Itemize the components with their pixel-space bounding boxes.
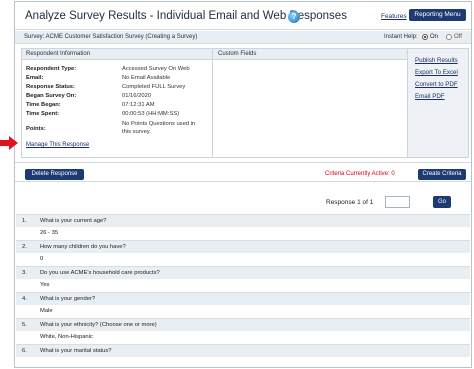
answer-text: Yes <box>40 282 50 288</box>
email-label: Email: <box>26 75 44 81</box>
respondent-info-panel: Respondent Information Custom Fields Res… <box>21 48 412 158</box>
create-criteria-button[interactable]: Create Criteria <box>418 169 466 180</box>
instant-help-off-label[interactable]: Off <box>454 34 462 40</box>
time-spent-label: Time Spent: <box>26 111 60 117</box>
question-text: How many children do you have? <box>40 244 126 250</box>
custom-fields-title: Custom Fields <box>218 51 257 57</box>
answer-text: White, Non-Hispanic <box>40 334 93 340</box>
email-value: No Email Available <box>122 75 171 81</box>
question-row: 1. What is your current age? <box>16 214 470 227</box>
response-number-input[interactable] <box>385 196 410 208</box>
question-text: What is your marital status? <box>40 348 112 354</box>
answer-text: Male <box>40 308 53 314</box>
question-number: 3. <box>22 270 27 276</box>
reporting-menu-button[interactable]: Reporting Menu <box>409 9 466 21</box>
instant-help-off-radio[interactable] <box>446 34 452 40</box>
features-link[interactable]: Features <box>381 13 407 20</box>
question-row: 6. What is your marital status? <box>16 344 470 357</box>
survey-bar: Survey: ACME Customer Satisfaction Surve… <box>15 31 471 44</box>
question-number: 1. <box>22 218 27 224</box>
criteria-status: Criteria Currently Active: 0 <box>325 171 395 177</box>
points-value-line1: No Points Questions used in <box>122 121 196 127</box>
response-count: Response 1 of 1 <box>326 199 374 206</box>
publish-results-link[interactable]: Publish Results <box>415 57 458 64</box>
answer-text: 0 <box>40 256 44 262</box>
question-row: 3. Do you use ACME's household care prod… <box>16 266 470 279</box>
manage-response-link[interactable]: Manage This Response <box>26 142 89 148</box>
respondent-info-title: Respondent Information <box>26 51 91 57</box>
convert-pdf-link[interactable]: Convert to PDF <box>415 81 458 88</box>
instant-help-label: Instant Help: <box>384 34 418 40</box>
question-number: 6. <box>22 348 27 354</box>
question-row: 4. What is your gender? <box>16 292 470 305</box>
delete-response-button[interactable]: Delete Response <box>25 169 84 180</box>
points-value-line2: this survey. <box>122 129 151 135</box>
instant-help-on-radio[interactable] <box>422 34 428 40</box>
panel-divider <box>212 49 213 157</box>
answer-row: Male <box>16 305 470 318</box>
time-began-value: 07:12:31 AM <box>122 102 155 108</box>
question-number: 5. <box>22 322 27 328</box>
question-text: What is your gender? <box>40 296 96 302</box>
respondent-type-label: Respondent Type: <box>26 66 77 72</box>
survey-label: Survey: ACME Customer Satisfaction Surve… <box>24 34 198 40</box>
question-number: 2. <box>22 244 27 250</box>
response-pager: Response 1 of 1 Go <box>15 184 471 212</box>
question-text: Do you use ACME's household care product… <box>40 270 160 276</box>
help-icon[interactable]: ? <box>288 11 300 23</box>
response-status-label: Response Status: <box>26 84 75 90</box>
top-bar: Analyze Survey Results - Individual Emai… <box>15 2 471 30</box>
answer-row: 0 <box>16 253 470 266</box>
side-links-panel: Publish Results Export To Excel Convert … <box>407 48 469 158</box>
email-pdf-link[interactable]: Email PDF <box>415 93 445 100</box>
question-text: What is your ethnicity? (Choose one or m… <box>40 322 157 328</box>
question-row: 2. How many children do you have? <box>16 240 470 253</box>
instant-help-on-label[interactable]: On <box>430 34 438 40</box>
analyze-results-window: Analyze Survey Results - Individual Emai… <box>14 1 472 368</box>
go-button[interactable]: Go <box>433 196 451 208</box>
red-arrow-icon <box>0 136 18 150</box>
answer-row: Yes <box>16 279 470 292</box>
began-survey-value: 01/16/2020 <box>122 93 152 99</box>
answer-text: 26 - 35 <box>40 230 59 236</box>
question-number: 4. <box>22 296 27 302</box>
export-excel-link[interactable]: Export To Excel <box>415 69 458 76</box>
question-text: What is your current age? <box>40 218 107 224</box>
time-began-label: Time Began: <box>26 102 61 108</box>
action-bar: Delete Response Criteria Currently Activ… <box>15 162 471 182</box>
question-row: 5. What is your ethnicity? (Choose one o… <box>16 318 470 331</box>
respondent-type-value: Accessed Survey On Web <box>122 66 190 72</box>
time-spent-value: 00:00:53 (HH:MM:SS) <box>122 111 180 117</box>
response-status-value: Completed FULL Survey <box>122 84 186 90</box>
points-label: Points: <box>26 126 46 132</box>
answer-row: 26 - 35 <box>16 227 470 240</box>
began-survey-label: Began Survey On: <box>26 93 77 99</box>
answer-row: White, Non-Hispanic <box>16 331 470 344</box>
info-panel-header: Respondent Information Custom Fields <box>22 49 411 60</box>
